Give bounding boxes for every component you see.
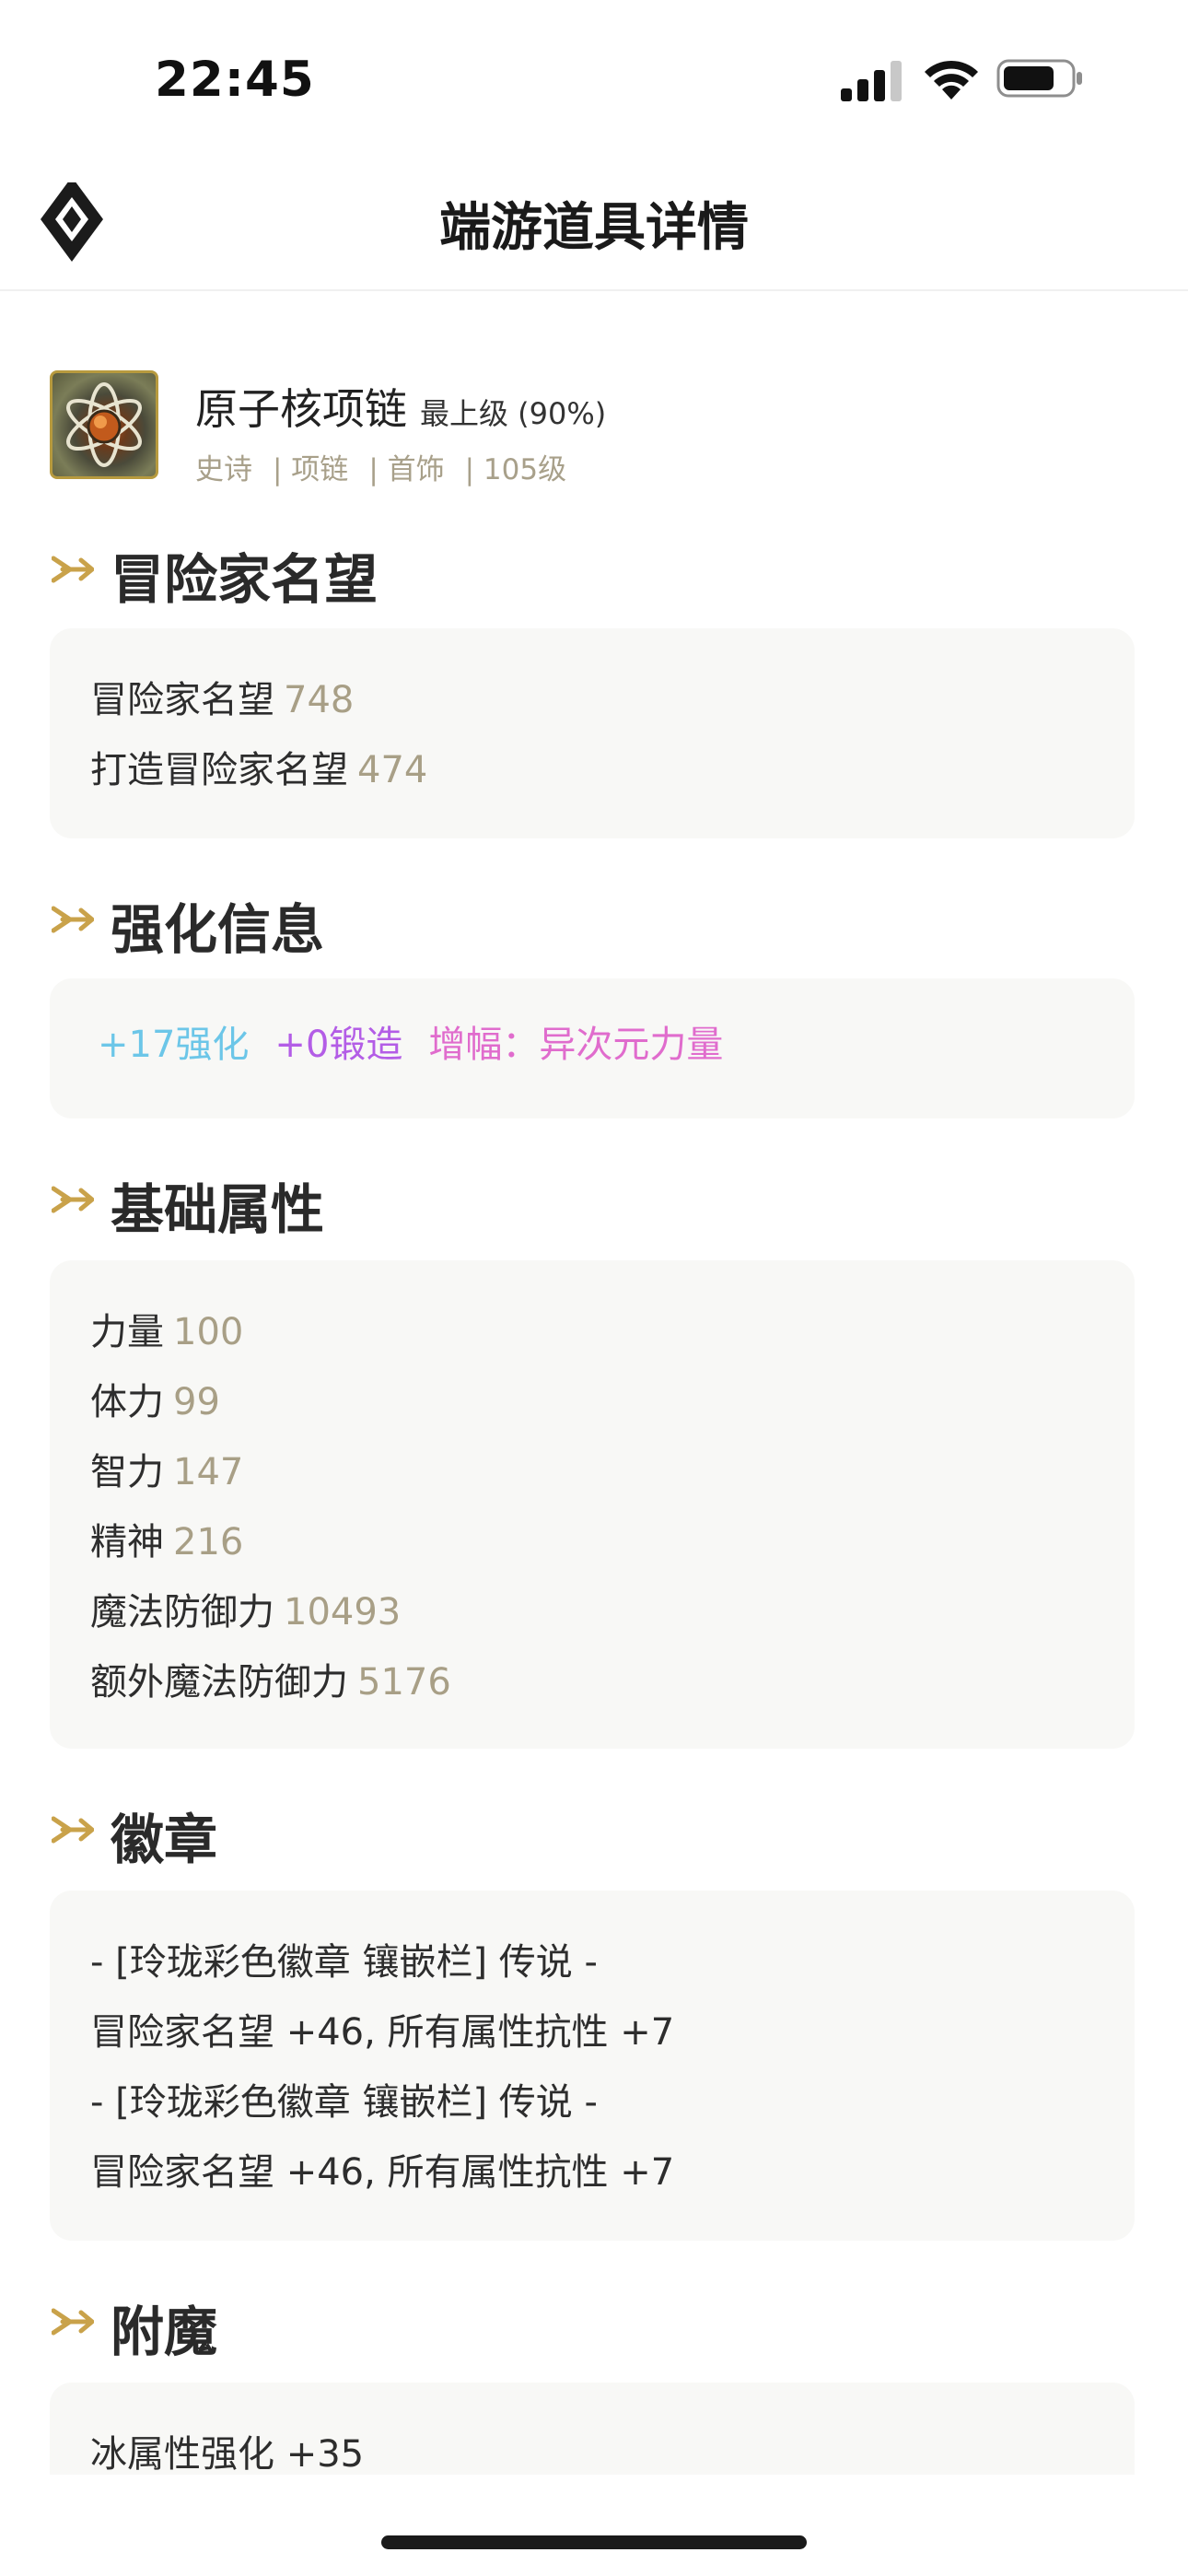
wifi-icon bbox=[925, 60, 978, 100]
stat-line: 冒险家名望 748 bbox=[90, 665, 1094, 735]
stat-value: 99 bbox=[173, 1381, 220, 1423]
stat-label: 智力 bbox=[90, 1451, 164, 1493]
reputation-card: 冒险家名望 748 打造冒险家名望 474 bbox=[50, 628, 1135, 838]
enhance-line: +17强化 +0锻造 增幅：异次元力量 bbox=[98, 1010, 1087, 1080]
nav-bar: 端游道具详情 bbox=[0, 157, 1188, 291]
base-stats-card: 力量 100 体力 99 智力 147 精神 216 魔法防御力 10493 额外魔法防御… bbox=[50, 1260, 1135, 1749]
section-title-text: 徽章 bbox=[111, 1809, 218, 1871]
battery-icon bbox=[996, 59, 1082, 98]
section-title-text: 附魔 bbox=[111, 2301, 218, 2363]
atom-necklace-icon bbox=[50, 370, 158, 479]
item-rarity: 史诗 bbox=[195, 453, 252, 486]
item-name-text: 原子核项链 bbox=[195, 384, 407, 434]
home-indicator[interactable] bbox=[381, 2535, 807, 2549]
forge-level: +0锻造 bbox=[274, 1024, 403, 1066]
arrow-icon bbox=[52, 906, 94, 933]
emblem-line: 冒险家名望 +46, 所有属性抗性 +7 bbox=[90, 2151, 675, 2194]
arrow-icon bbox=[52, 556, 94, 583]
item-name: 原子核项链 最上级 (90%) bbox=[195, 376, 606, 437]
arrow-icon bbox=[52, 1816, 94, 1844]
enchant-line: 冰属性强化 +35 bbox=[90, 2433, 365, 2475]
status-bar: 22:45 bbox=[0, 0, 1188, 157]
page-title: 端游道具详情 bbox=[439, 198, 749, 258]
stat-label: 额外魔法防御力 bbox=[90, 1661, 348, 1704]
stat-value: 100 bbox=[173, 1311, 244, 1353]
arrow-icon bbox=[52, 1186, 94, 1213]
section-title-base-stats: 基础属性 bbox=[50, 1163, 1136, 1241]
section-title-emblem: 徽章 bbox=[50, 1793, 1136, 1871]
stat-line: 魔法防御力 10493 bbox=[90, 1577, 1094, 1647]
stat-line: 额外魔法防御力 5176 bbox=[90, 1647, 1094, 1717]
stat-label: 力量 bbox=[90, 1311, 164, 1353]
enchant-card: 冰属性强化 +35 bbox=[50, 2383, 1135, 2475]
stat-line: 精神 216 bbox=[90, 1507, 1094, 1577]
stat-value: 147 bbox=[173, 1451, 244, 1493]
stat-value: 10493 bbox=[284, 1591, 402, 1633]
item-type: | 项链 bbox=[273, 453, 349, 486]
stat-label: 冒险家名望 bbox=[90, 679, 274, 721]
section-title-enchant: 附魔 bbox=[50, 2285, 1136, 2363]
stat-value: 5176 bbox=[357, 1661, 451, 1704]
emblem-line: - [玲珑彩色徽章 镶嵌栏] 传说 - bbox=[90, 1941, 598, 1984]
arrow-icon bbox=[52, 2308, 94, 2336]
item-header: 原子核项链 最上级 (90%) 史诗 | 项链 | 首饰 | 105级 bbox=[50, 370, 1136, 490]
stat-line: 力量 100 bbox=[90, 1297, 1094, 1367]
item-detail-content[interactable]: 原子核项链 最上级 (90%) 史诗 | 项链 | 首饰 | 105级 冒险家名望 冒险… bbox=[0, 291, 1188, 2475]
emblem-card: - [玲珑彩色徽章 镶嵌栏] 传说 - 冒险家名望 +46, 所有属性抗性 +7… bbox=[50, 1891, 1135, 2241]
section-title-text: 冒险家名望 bbox=[111, 548, 379, 611]
status-time: 22:45 bbox=[155, 52, 315, 108]
item-level: | 105级 bbox=[464, 453, 567, 486]
stat-line: 打造冒险家名望 474 bbox=[90, 735, 1094, 805]
stat-label: 魔法防御力 bbox=[90, 1591, 274, 1633]
section-title-text: 强化信息 bbox=[111, 898, 325, 961]
stat-line: 智力 147 bbox=[90, 1437, 1094, 1507]
stat-label: 精神 bbox=[90, 1521, 164, 1563]
stat-label: 打造冒险家名望 bbox=[90, 749, 348, 791]
enhance-card: +17强化 +0锻造 增幅：异次元力量 bbox=[50, 978, 1135, 1118]
stat-label: 体力 bbox=[90, 1381, 164, 1423]
item-meta: 史诗 | 项链 | 首饰 | 105级 bbox=[195, 446, 587, 487]
cellular-signal-icon bbox=[841, 61, 902, 101]
section-title-reputation: 冒险家名望 bbox=[50, 533, 1136, 611]
emblem-line: - [玲珑彩色徽章 镶嵌栏] 传说 - bbox=[90, 2081, 598, 2124]
section-title-enhance: 强化信息 bbox=[50, 883, 1136, 961]
enhance-level: +17强化 bbox=[98, 1024, 250, 1066]
stat-value: 474 bbox=[357, 749, 428, 791]
item-grade: 最上级 (90%) bbox=[420, 396, 607, 431]
emblem-line: 冒险家名望 +46, 所有属性抗性 +7 bbox=[90, 2011, 675, 2054]
stat-value: 748 bbox=[284, 679, 355, 721]
stat-line: 体力 99 bbox=[90, 1367, 1094, 1437]
item-category: | 首饰 bbox=[368, 453, 445, 486]
amplify-info: 增幅：异次元力量 bbox=[428, 1024, 724, 1066]
stat-value: 216 bbox=[173, 1521, 244, 1563]
section-title-text: 基础属性 bbox=[111, 1178, 325, 1241]
